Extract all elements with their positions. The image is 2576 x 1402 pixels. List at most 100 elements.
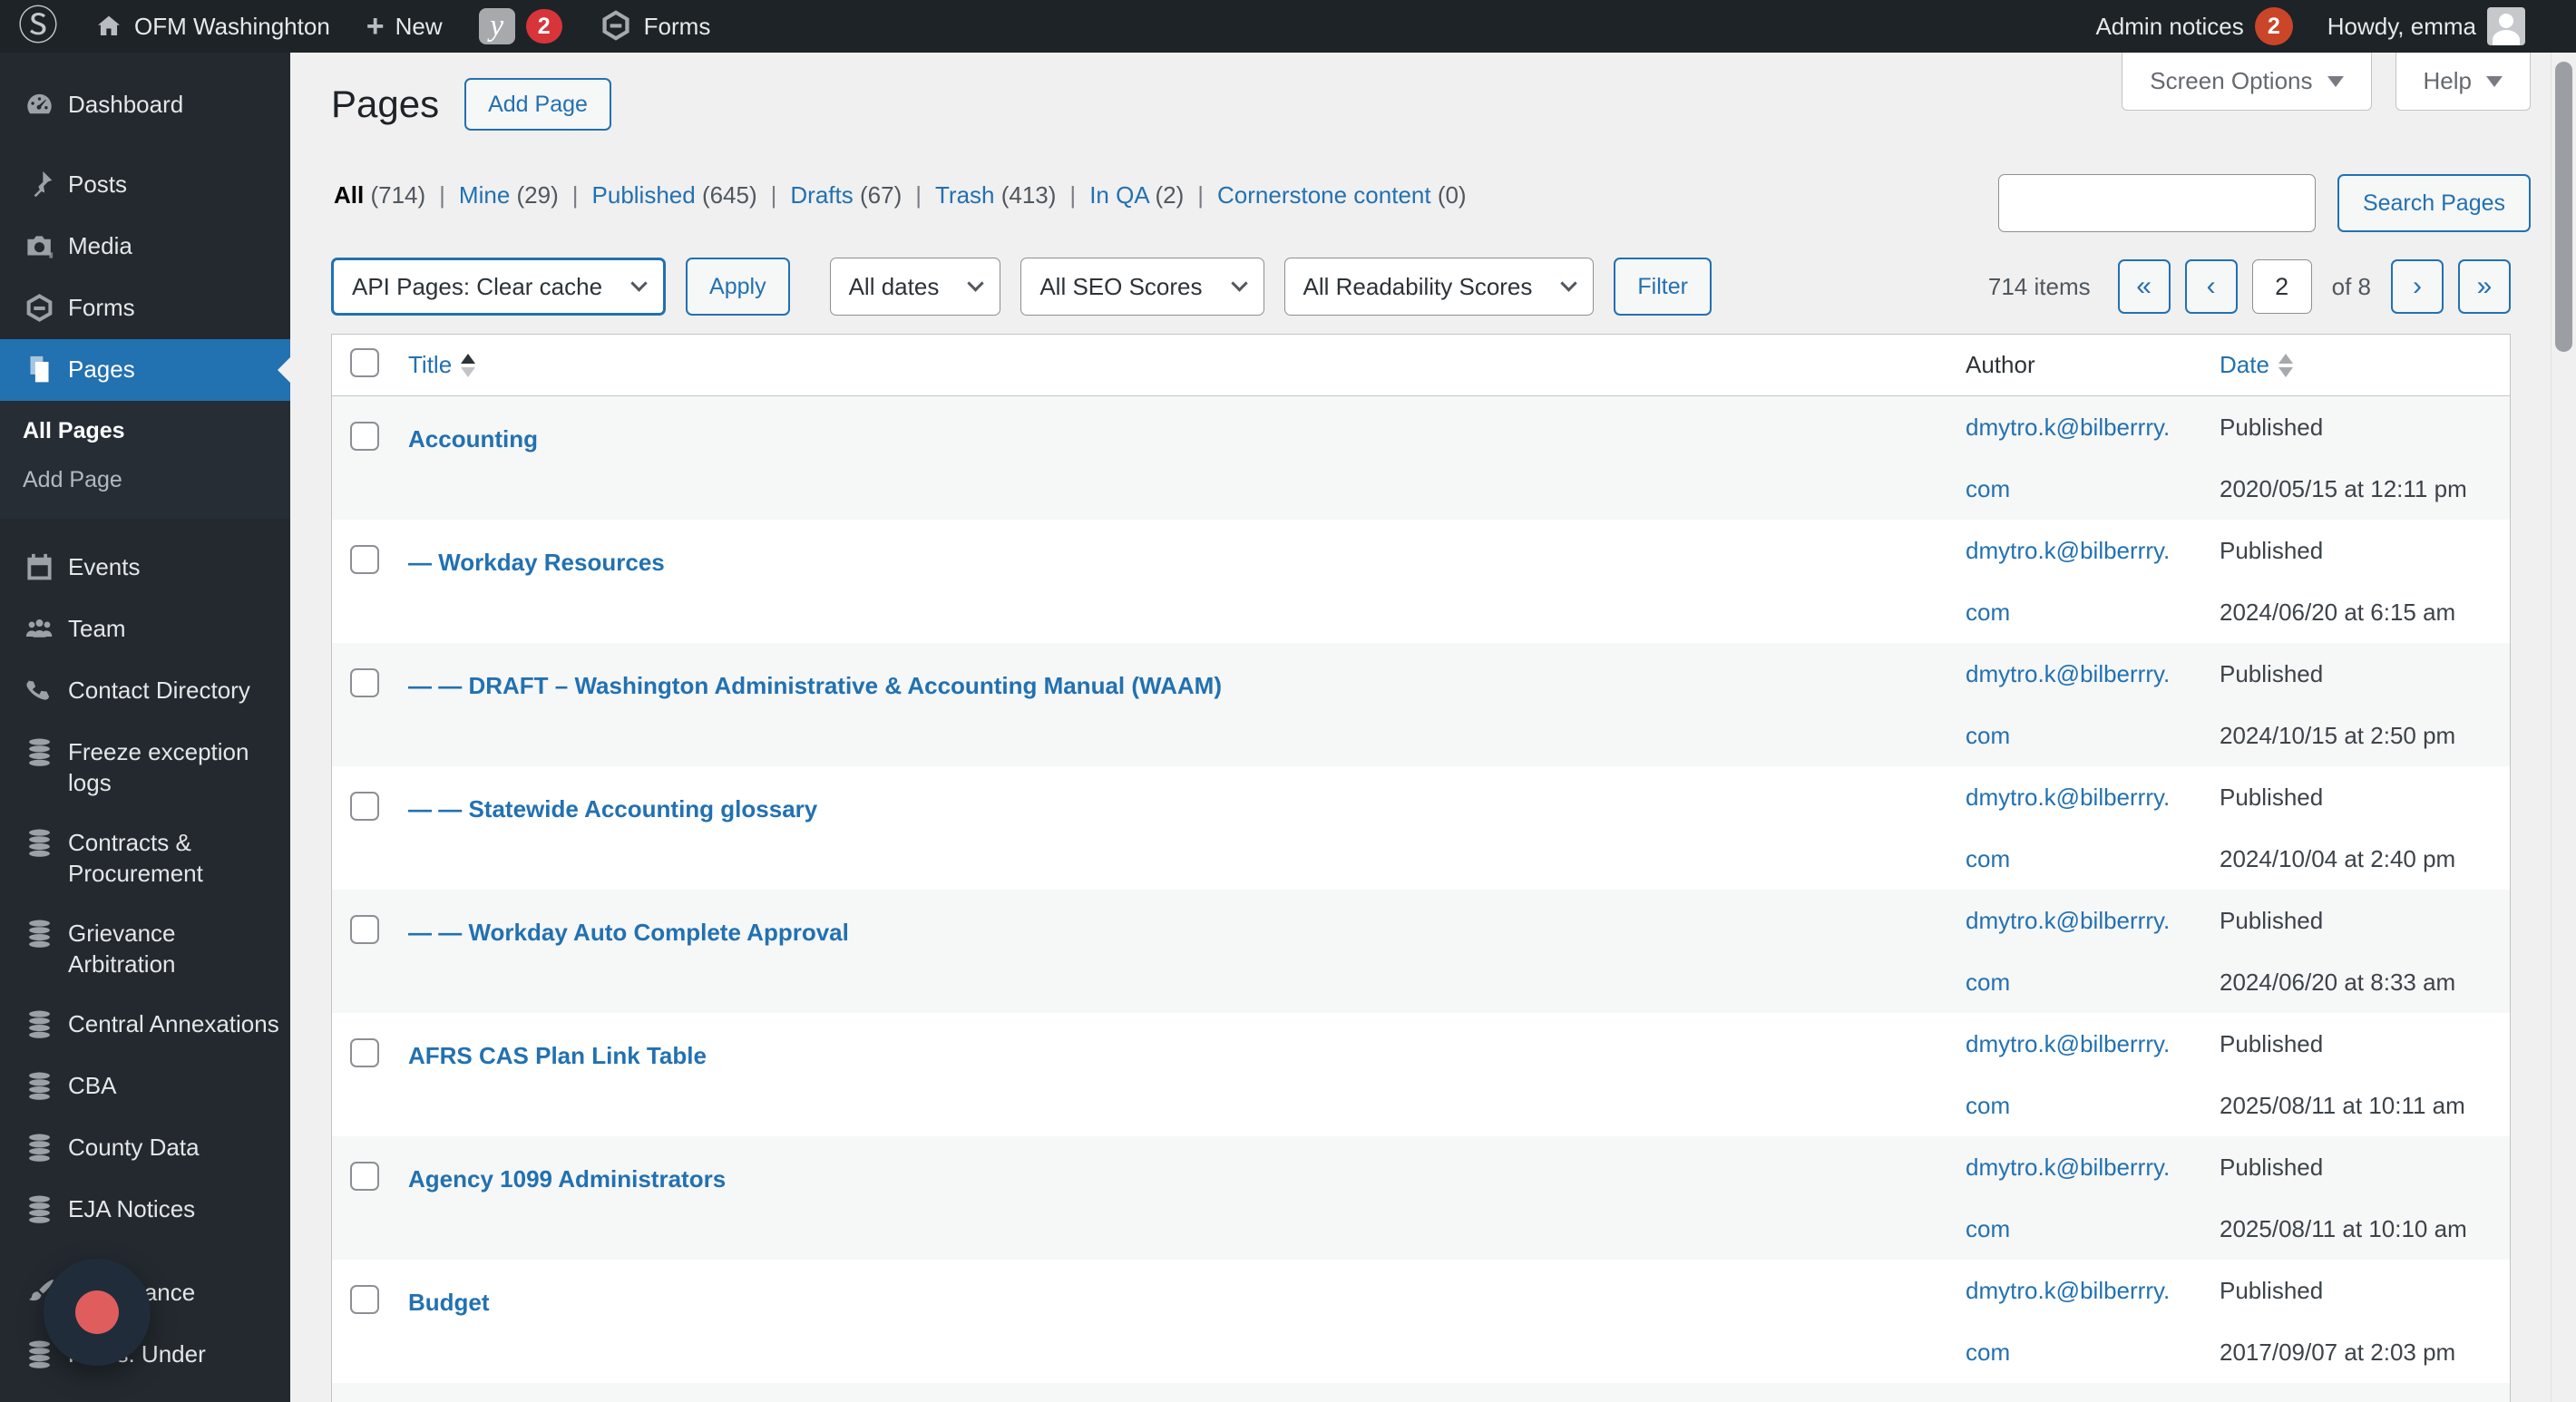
- next-page-button[interactable]: ›: [2391, 259, 2444, 314]
- submenu-item-add-page[interactable]: Add Page: [0, 455, 290, 504]
- search-input[interactable]: [1997, 174, 2316, 232]
- page-title-link[interactable]: — — Workday Auto Complete Approval: [408, 919, 849, 946]
- bulk-action-select[interactable]: API Pages: Clear cache: [331, 258, 667, 316]
- status-label: Published: [2220, 537, 2324, 564]
- current-page-input[interactable]: [2251, 259, 2312, 314]
- row-checkbox[interactable]: [350, 1162, 379, 1191]
- page-title-link[interactable]: Accounting: [408, 425, 538, 453]
- help-button[interactable]: Help: [2395, 53, 2531, 111]
- table-row: AFRS CAS Plan Link Table dmytro.k@bilberr…: [332, 1013, 2510, 1136]
- author-link[interactable]: dmytro.k@bilberrry.com: [1966, 643, 2179, 766]
- wordpress-logo-icon[interactable]: Ⓢ: [18, 6, 58, 46]
- sidebar-item-central-annexations[interactable]: Central Annexations: [0, 994, 290, 1056]
- row-checkbox[interactable]: [350, 545, 379, 574]
- search-pages-button[interactable]: Search Pages: [2337, 174, 2531, 232]
- row-checkbox[interactable]: [350, 792, 379, 821]
- plus-icon: +: [366, 9, 385, 44]
- author-link[interactable]: dmytro.k@bilberrry.com: [1966, 1136, 2179, 1260]
- dates-filter-select[interactable]: All dates: [829, 258, 1001, 316]
- table-row: — Agency budget officers forum seriesdmy…: [332, 1383, 2510, 1402]
- page-title-link[interactable]: — Workday Resources: [408, 549, 665, 576]
- page-title-link[interactable]: AFRS CAS Plan Link Table: [408, 1042, 707, 1069]
- seo-scores-select[interactable]: All SEO Scores: [1020, 258, 1264, 316]
- sidebar-item-contracts-procurement[interactable]: Contracts & Procurement: [0, 813, 290, 903]
- sidebar-item-posts[interactable]: Posts: [0, 154, 290, 216]
- sidebar-item-dashboard[interactable]: Dashboard: [0, 74, 290, 136]
- filter-link-published[interactable]: Published (645): [592, 181, 757, 209]
- gravity-forms-icon: [599, 8, 633, 44]
- author-link[interactable]: dmytro.k@bilberrry.com: [1966, 1383, 2179, 1402]
- row-checkbox[interactable]: [350, 915, 379, 944]
- main-content: Screen Options Help Pages Add Page All (…: [290, 53, 2576, 1402]
- new-label: New: [395, 12, 443, 40]
- sidebar-item-cba[interactable]: CBA: [0, 1056, 290, 1117]
- author-link[interactable]: dmytro.k@bilberrry.com: [1966, 520, 2179, 643]
- pages-table: Title Author Date Accounting dmytro.k@bil…: [331, 334, 2511, 1402]
- sidebar-item-team[interactable]: Team: [0, 599, 290, 660]
- sort-arrows-icon: [2278, 353, 2293, 377]
- add-page-button[interactable]: Add Page: [464, 78, 611, 131]
- filter-link-in-qa[interactable]: In QA (2): [1089, 181, 1184, 209]
- row-checkbox[interactable]: [350, 1038, 379, 1067]
- forms-link[interactable]: Forms: [599, 8, 710, 44]
- yoast-seo-link[interactable]: y 2: [478, 8, 562, 44]
- sidebar-item-pages[interactable]: Pages: [0, 339, 290, 401]
- select-all-checkbox[interactable]: [350, 348, 379, 377]
- author-link[interactable]: dmytro.k@bilberrry.com: [1966, 1260, 2179, 1383]
- filter-link-trash[interactable]: Trash (413): [935, 181, 1056, 209]
- sidebar-item-contact-directory[interactable]: Contact Directory: [0, 660, 290, 722]
- author-link[interactable]: dmytro.k@bilberrry.com: [1966, 766, 2179, 890]
- previous-page-button[interactable]: ‹: [2184, 259, 2238, 314]
- filter-link-drafts[interactable]: Drafts (67): [790, 181, 902, 209]
- page-title-link[interactable]: — — Statewide Accounting glossary: [408, 795, 817, 823]
- last-page-button[interactable]: »: [2458, 259, 2511, 314]
- my-account-link[interactable]: Howdy, emma: [2327, 7, 2525, 45]
- author-link[interactable]: dmytro.k@bilberrry.com: [1966, 890, 2179, 1013]
- sort-by-title-link[interactable]: Title: [408, 351, 452, 379]
- new-content-link[interactable]: + New: [366, 9, 443, 44]
- first-page-button[interactable]: «: [2117, 259, 2171, 314]
- sidebar-item-events[interactable]: Events: [0, 537, 290, 599]
- row-checkbox[interactable]: [350, 668, 379, 697]
- row-checkbox[interactable]: [350, 422, 379, 451]
- screen-options-label: Screen Options: [2150, 67, 2313, 94]
- screen-options-button[interactable]: Screen Options: [2122, 53, 2372, 111]
- scrollbar-track[interactable]: [2551, 53, 2576, 1402]
- author-link[interactable]: dmytro.k@bilberrry.com: [1966, 396, 2179, 520]
- readability-scores-select[interactable]: All Readability Scores: [1283, 258, 1595, 316]
- filter-link-all[interactable]: All (714): [334, 181, 425, 209]
- filter-link-mine[interactable]: Mine (29): [459, 181, 559, 209]
- recording-indicator[interactable]: [44, 1259, 151, 1366]
- filter-link-cornerstone-content[interactable]: Cornerstone content (0): [1217, 181, 1467, 209]
- filter-button[interactable]: Filter: [1614, 258, 1712, 316]
- page-title-link[interactable]: Agency 1099 Administrators: [408, 1165, 726, 1193]
- status-label: Published: [2220, 414, 2324, 441]
- row-checkbox[interactable]: [350, 1285, 379, 1314]
- date-value: 2025/08/11 at 10:10 am: [2220, 1215, 2467, 1242]
- phone-icon: [23, 674, 56, 707]
- scrollbar-thumb[interactable]: [2555, 62, 2572, 352]
- sidebar-item-forms[interactable]: Forms: [0, 277, 290, 339]
- apply-button[interactable]: Apply: [686, 258, 790, 316]
- chevron-down-icon: [630, 275, 648, 292]
- pages-icon: [23, 353, 56, 386]
- admin-notices-link[interactable]: Admin notices 2: [2095, 7, 2293, 45]
- sidebar-item-media[interactable]: Media: [0, 216, 290, 277]
- status-label: Published: [2220, 1383, 2510, 1402]
- avatar: [2487, 7, 2525, 45]
- submenu-item-all-pages[interactable]: All Pages: [0, 406, 290, 455]
- database-icon: [23, 735, 56, 769]
- sidebar-item-freeze-exception-logs[interactable]: Freeze exception logs: [0, 722, 290, 813]
- author-link[interactable]: dmytro.k@bilberrry.com: [1966, 1013, 2179, 1136]
- sidebar-item-county-data[interactable]: County Data: [0, 1117, 290, 1179]
- sidebar-item-grievance-arbitration[interactable]: Grievance Arbitration: [0, 903, 290, 994]
- filter-separator: |: [571, 181, 579, 209]
- dashboard-icon: [23, 88, 56, 122]
- page-title-link[interactable]: — — DRAFT – Washington Administrative & …: [408, 672, 1222, 699]
- site-name-link[interactable]: OFM Washinghton: [94, 12, 330, 41]
- page-title-link[interactable]: Budget: [408, 1289, 490, 1316]
- sort-by-date-link[interactable]: Date: [2220, 351, 2269, 379]
- author-column-header: Author: [1966, 351, 2035, 378]
- sidebar-item-eja-notices[interactable]: EJA Notices: [0, 1179, 290, 1241]
- status-label: Published: [2220, 907, 2324, 934]
